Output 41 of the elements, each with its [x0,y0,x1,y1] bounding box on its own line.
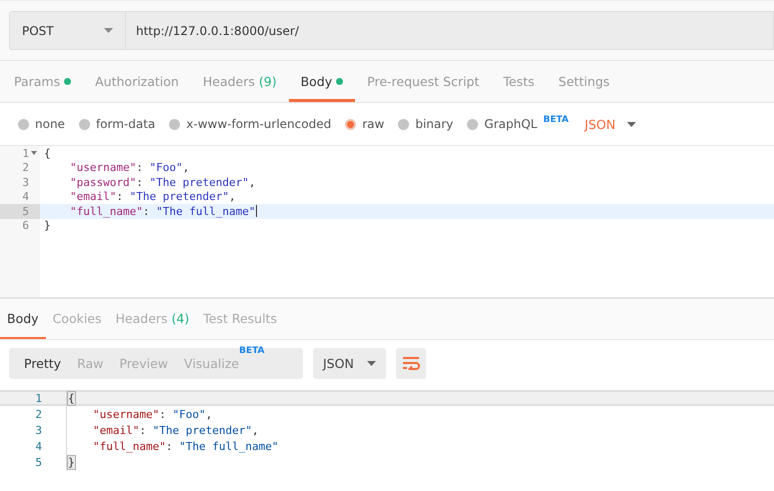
body-type-radio[interactable]: binary [398,117,454,131]
wrap-lines-button[interactable] [396,348,426,378]
line-number: 4 [34,440,42,452]
body-type-radio[interactable]: GraphQL $^{BETA}$ [467,117,569,131]
code-line: } [66,454,76,470]
line-number: 6 [22,219,29,232]
line-number: 5 [34,456,42,468]
wrap-icon [402,356,420,370]
code-line: { [43,146,51,160]
line-number: 2 [22,161,29,174]
body-type-radio[interactable]: raw [345,117,384,131]
body-type-radio[interactable]: x-www-form-urlencoded [169,117,332,131]
line-number: 4 [22,190,29,204]
line-number: 3 [22,176,29,189]
code-line: } [43,219,51,232]
response-format-dropdown[interactable]: JSON [313,348,386,378]
code-line: "password": "The pretender", [69,176,256,189]
caret-icon [367,360,376,366]
view-mode-tab[interactable]: Pretty [16,348,70,378]
line-number: 1 [34,392,42,404]
caret-icon [104,28,113,33]
line-number: 2 [34,408,42,420]
line-number: 5 [22,204,29,218]
code-line: "username": "Foo", [66,406,212,422]
method-dropdown[interactable]: POST [9,11,125,50]
response-tab[interactable]: Body [0,299,46,339]
code-line: "full_name": "The full_name" [66,438,278,454]
code-line: "email": "The pretender", [66,422,259,438]
request-editor[interactable]: 1 { 2 "username": "Foo", 3 "password": "The pretender", 4 "email": "The pretender", 5 "full_name": "The full_name" 6 } [0,146,774,299]
line-number: 3 [34,424,42,436]
fold-icon[interactable] [31,151,37,156]
body-type-radio[interactable]: none [18,117,65,131]
code-line: "full_name": "The full_name" [69,204,258,218]
line-number: 1 [22,146,29,160]
code-line: { [66,390,76,406]
request-tab[interactable]: Body [288,64,356,102]
code-line: "email": "The pretender", [69,190,236,204]
code-line: "username": "Foo", [69,161,190,174]
body-type-radio[interactable]: form-data [78,117,156,131]
caret-icon [627,122,636,126]
url-field[interactable]: http://127.0.0.1:8000/user/ [125,11,774,50]
